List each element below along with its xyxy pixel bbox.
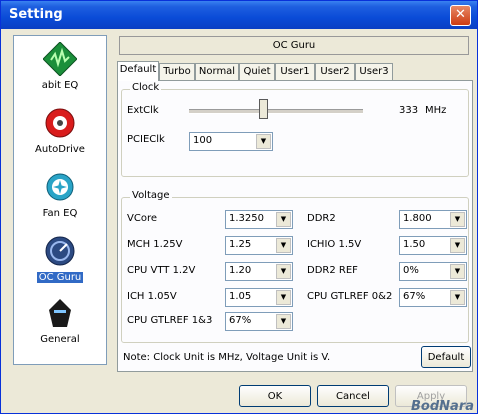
chevron-down-icon: ▼ — [256, 134, 271, 149]
voltage-label-vcore: VCore — [127, 213, 157, 224]
cpu-gtlref-02-value: 67% — [403, 291, 426, 302]
pcieclk-label: PCIEClk — [127, 134, 165, 145]
ddr2-ref-select[interactable]: 0% ▼ — [399, 262, 467, 281]
ichio-value: 1.50 — [403, 239, 426, 250]
extclk-label: ExtClk — [127, 105, 159, 116]
voltage-label-cpu-vtt: CPU VTT 1.2V — [127, 265, 196, 276]
default-button[interactable]: Default — [421, 346, 471, 368]
units-note: Note: Clock Unit is MHz, Voltage Unit is… — [123, 352, 331, 363]
chevron-down-icon: ▼ — [450, 290, 465, 305]
extclk-value: 333 — [399, 105, 419, 116]
vcore-select[interactable]: 1.3250 ▼ — [225, 210, 293, 229]
tab-user2[interactable]: User2 — [315, 63, 355, 80]
voltage-label-cpu-gtlref-13: CPU GTLREF 1&3 — [127, 315, 213, 326]
pcieclk-select[interactable]: 100 ▼ — [189, 132, 273, 151]
extclk-slider-thumb[interactable] — [259, 99, 268, 119]
tab-normal[interactable]: Normal — [195, 63, 239, 80]
window-title: Setting — [9, 7, 63, 22]
mch-value: 1.25 — [229, 239, 252, 250]
autodrive-icon — [45, 108, 75, 138]
ich-value: 1.05 — [229, 291, 252, 302]
section-header: OC Guru — [119, 36, 469, 55]
sidebar-item-fan-eq[interactable]: Fan EQ — [14, 166, 106, 236]
tab-turbo[interactable]: Turbo — [159, 63, 195, 80]
cpu-gtlref-13-select[interactable]: 67% ▼ — [225, 312, 293, 331]
mch-select[interactable]: 1.25 ▼ — [225, 236, 293, 255]
sidebar-item-label: General — [40, 334, 80, 345]
sidebar: abit EQ AutoDrive Fan EQ OC Guru General — [13, 35, 107, 365]
chevron-down-icon: ▼ — [450, 212, 465, 227]
watermark: BodNara — [411, 399, 474, 414]
ddr2-value: 1.800 — [403, 213, 432, 224]
chevron-down-icon: ▼ — [450, 264, 465, 279]
cpu-gtlref-02-select[interactable]: 67% ▼ — [399, 288, 467, 307]
sidebar-item-abit-eq[interactable]: abit EQ — [14, 38, 106, 108]
voltage-label-ichio: ICHIO 1.5V — [307, 239, 362, 250]
cpu-gtlref-13-value: 67% — [229, 315, 252, 326]
close-button[interactable]: ✕ — [450, 5, 471, 26]
ddr2-select[interactable]: 1.800 ▼ — [399, 210, 467, 229]
voltage-label-ddr2: DDR2 — [307, 213, 336, 224]
section-title: OC Guru — [272, 40, 316, 51]
voltage-label-cpu-gtlref-02: CPU GTLREF 0&2 — [307, 291, 393, 302]
title-bar[interactable]: Setting ✕ — [1, 1, 477, 29]
extclk-unit: MHz — [425, 105, 447, 116]
chevron-down-icon: ▼ — [276, 238, 291, 253]
ok-button[interactable]: OK — [239, 385, 311, 407]
sidebar-item-label: Fan EQ — [42, 208, 78, 219]
chevron-down-icon: ▼ — [276, 212, 291, 227]
sidebar-item-oc-guru[interactable]: OC Guru — [14, 230, 106, 300]
voltage-label-ddr2-ref: DDR2 REF — [307, 265, 358, 276]
chevron-down-icon: ▼ — [276, 264, 291, 279]
close-icon: ✕ — [455, 7, 466, 22]
sidebar-item-label: abit EQ — [41, 80, 79, 91]
sidebar-item-general[interactable]: General — [14, 292, 106, 362]
chevron-down-icon: ▼ — [276, 290, 291, 305]
sidebar-item-label: OC Guru — [36, 272, 84, 283]
ichio-select[interactable]: 1.50 ▼ — [399, 236, 467, 255]
fan-eq-icon — [46, 173, 74, 201]
sidebar-item-autodrive[interactable]: AutoDrive — [14, 102, 106, 172]
chevron-down-icon: ▼ — [276, 314, 291, 329]
tab-default[interactable]: Default — [117, 61, 159, 81]
abit-eq-icon — [43, 42, 77, 76]
oc-guru-icon — [45, 236, 75, 266]
tab-user1[interactable]: User1 — [275, 63, 315, 80]
tab-user3[interactable]: User3 — [355, 63, 393, 80]
clock-group: Clock — [121, 82, 469, 177]
cancel-button[interactable]: Cancel — [317, 385, 389, 407]
ich-select[interactable]: 1.05 ▼ — [225, 288, 293, 307]
cpu-vtt-value: 1.20 — [229, 265, 252, 276]
clock-group-title: Clock — [130, 82, 162, 93]
settings-window: Setting ✕ abit EQ AutoDrive Fan EQ OC Gu… — [0, 0, 478, 414]
voltage-label-mch: MCH 1.25V — [127, 239, 183, 250]
extclk-slider-track[interactable] — [189, 109, 363, 114]
general-icon — [49, 299, 71, 327]
voltage-label-ich: ICH 1.05V — [127, 291, 177, 302]
cpu-vtt-select[interactable]: 1.20 ▼ — [225, 262, 293, 281]
sidebar-item-label: AutoDrive — [35, 144, 85, 155]
voltage-group-title: Voltage — [130, 190, 172, 201]
tab-quiet[interactable]: Quiet — [239, 63, 275, 80]
chevron-down-icon: ▼ — [450, 238, 465, 253]
pcieclk-value: 100 — [193, 135, 213, 146]
vcore-value: 1.3250 — [229, 213, 264, 224]
ddr2-ref-value: 0% — [403, 265, 419, 276]
